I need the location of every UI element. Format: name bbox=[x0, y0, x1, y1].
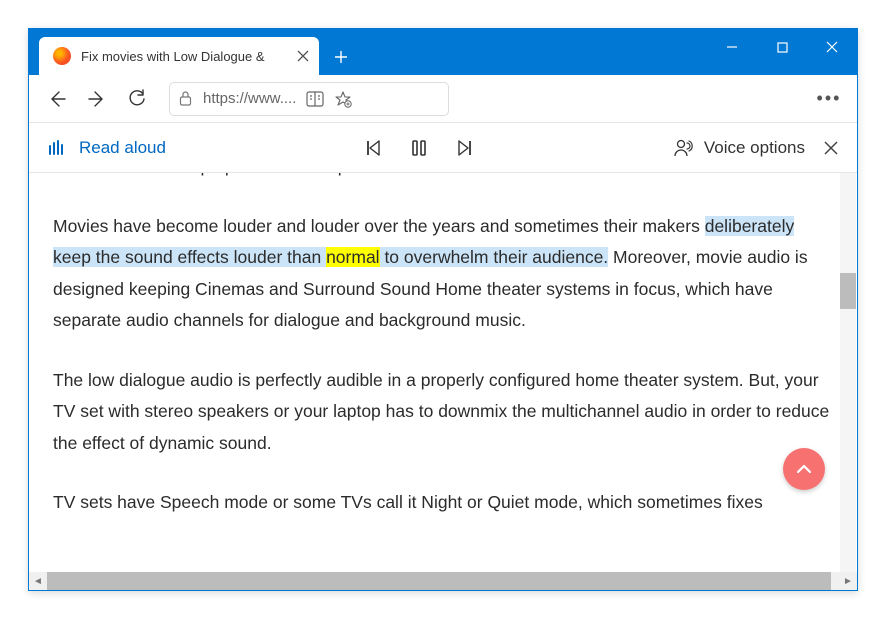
browser-window: Fix movies with Low Dialogue & bbox=[28, 28, 858, 591]
vertical-scroll-thumb[interactable] bbox=[840, 273, 856, 309]
lock-icon bbox=[178, 90, 193, 107]
plus-icon bbox=[333, 49, 349, 65]
horizontal-scroll-thumb[interactable] bbox=[47, 572, 831, 590]
previous-button[interactable] bbox=[363, 138, 383, 158]
horizontal-scrollbar[interactable]: ◄ ► bbox=[29, 572, 857, 590]
pause-icon bbox=[409, 138, 429, 158]
refresh-button[interactable] bbox=[117, 79, 157, 119]
read-aloud-icon bbox=[47, 138, 67, 158]
arrow-right-icon bbox=[86, 88, 108, 110]
browser-tab[interactable]: Fix movies with Low Dialogue & bbox=[39, 37, 319, 75]
arrow-left-icon bbox=[46, 88, 68, 110]
close-window-button[interactable] bbox=[807, 29, 857, 65]
article-content: audio on a TV or laptop with stereo spea… bbox=[29, 173, 857, 572]
scroll-right-button[interactable]: ► bbox=[839, 572, 857, 590]
next-button[interactable] bbox=[455, 138, 475, 158]
horizontal-scroll-track[interactable] bbox=[47, 572, 839, 590]
close-icon bbox=[297, 50, 309, 62]
maximize-button[interactable] bbox=[757, 29, 807, 65]
tab-favicon-icon bbox=[53, 47, 71, 65]
voice-options-button[interactable]: Voice options bbox=[672, 137, 805, 159]
chevron-up-icon bbox=[795, 460, 813, 478]
scroll-to-top-button[interactable] bbox=[783, 448, 825, 490]
ellipsis-icon: ••• bbox=[817, 88, 842, 109]
new-tab-button[interactable] bbox=[333, 49, 349, 65]
address-bar[interactable]: https://www.... bbox=[169, 82, 449, 116]
vertical-scrollbar[interactable] bbox=[840, 173, 856, 572]
close-icon bbox=[823, 140, 839, 156]
window-controls bbox=[707, 29, 857, 65]
skip-forward-icon bbox=[455, 138, 475, 158]
paragraph: The low dialogue audio is perfectly audi… bbox=[53, 365, 833, 460]
paragraph: audio on a TV or laptop with stereo spea… bbox=[53, 173, 833, 183]
nav-bar: https://www.... ••• bbox=[29, 75, 857, 123]
voice-icon bbox=[672, 137, 694, 159]
paragraph: Movies have become louder and louder ove… bbox=[53, 211, 833, 337]
voice-options-label: Voice options bbox=[704, 138, 805, 158]
playback-controls bbox=[363, 138, 475, 158]
more-menu-button[interactable]: ••• bbox=[809, 79, 849, 119]
close-readbar-button[interactable] bbox=[823, 140, 839, 156]
read-aloud-button[interactable]: Read aloud bbox=[47, 138, 166, 158]
paragraph: TV sets have Speech mode or some TVs cal… bbox=[53, 487, 833, 519]
minimize-button[interactable] bbox=[707, 29, 757, 65]
close-icon bbox=[826, 41, 838, 53]
tab-title: Fix movies with Low Dialogue & bbox=[81, 49, 285, 64]
favorites-icon[interactable] bbox=[334, 90, 352, 108]
maximize-icon bbox=[777, 42, 788, 53]
current-word-highlight: normal bbox=[326, 247, 380, 267]
title-bar: Fix movies with Low Dialogue & bbox=[29, 29, 857, 75]
refresh-icon bbox=[127, 89, 147, 109]
reader-view-icon[interactable] bbox=[306, 91, 324, 107]
forward-button[interactable] bbox=[77, 79, 117, 119]
read-aloud-label: Read aloud bbox=[79, 138, 166, 158]
address-url: https://www.... bbox=[203, 90, 296, 107]
skip-back-icon bbox=[363, 138, 383, 158]
back-button[interactable] bbox=[37, 79, 77, 119]
content-area: audio on a TV or laptop with stereo spea… bbox=[29, 173, 857, 590]
pause-button[interactable] bbox=[409, 138, 429, 158]
scroll-left-button[interactable]: ◄ bbox=[29, 572, 47, 590]
tab-close-button[interactable] bbox=[297, 50, 309, 62]
minimize-icon bbox=[726, 41, 738, 53]
read-aloud-bar: Read aloud Voice options bbox=[29, 123, 857, 173]
